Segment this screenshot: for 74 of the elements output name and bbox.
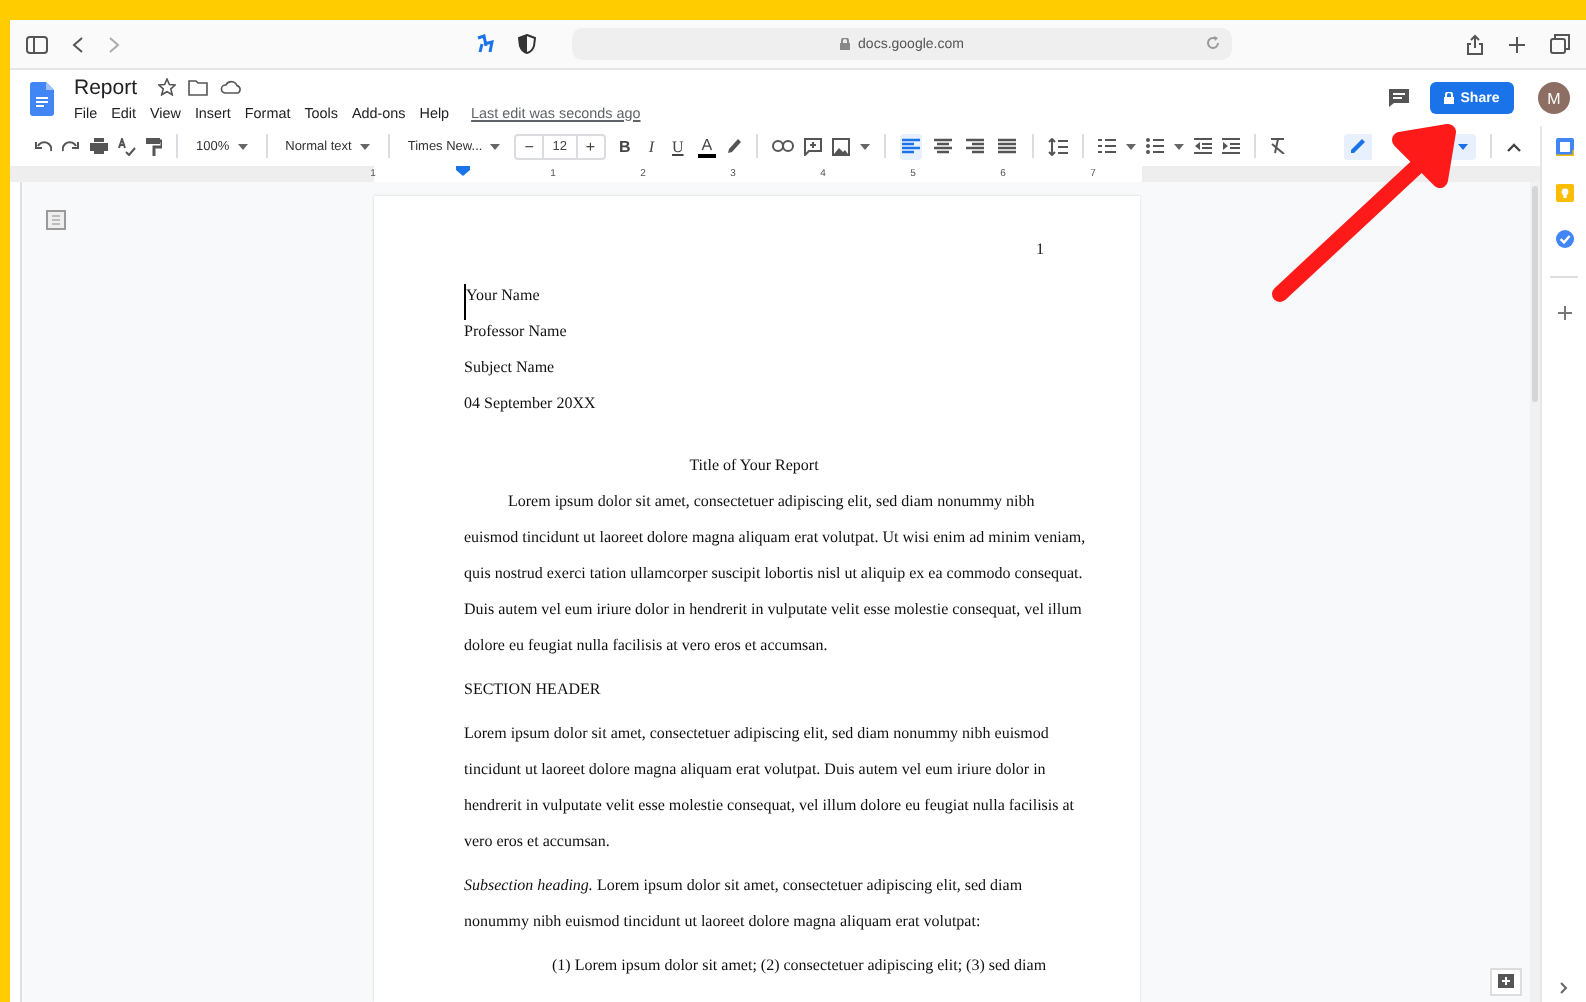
- underline-button[interactable]: U: [667, 132, 688, 160]
- caret-icon: [1458, 143, 1468, 149]
- highlighter-icon[interactable]: [726, 137, 743, 155]
- image-icon[interactable]: [832, 137, 851, 155]
- align-left-button[interactable]: [900, 133, 923, 159]
- align-justify-button[interactable]: [996, 133, 1019, 159]
- collapse-icon[interactable]: [1506, 141, 1522, 151]
- caret-icon[interactable]: [1126, 143, 1137, 149]
- align-right-button[interactable]: [964, 133, 987, 159]
- body-paragraph: Lorem ipsum dolor sit amet, consectetuer adipiscing elit, sed diam nonummy nibh euismod tincidunt ut laoreet dolore magna aliquam erat volutpat. Duis autem vel eum iriure dolor in hendrerit in vulputate velit esse molestie consequat, vel illum dolore eu feugiat nulla facilisis at vero eros et accumsan.: [464, 722, 1075, 854]
- print-icon[interactable]: [90, 138, 108, 154]
- back-icon[interactable]: [72, 35, 84, 53]
- plus-icon[interactable]: [1557, 306, 1571, 320]
- align-right-icon: [966, 138, 985, 154]
- avatar[interactable]: M: [1538, 82, 1570, 114]
- header-line: Your Name: [464, 284, 1044, 320]
- pencil-icon: [1350, 138, 1366, 154]
- align-justify-icon: [998, 138, 1017, 154]
- explore-icon: [1498, 974, 1514, 990]
- explore-button[interactable]: [1490, 968, 1522, 996]
- folder-icon[interactable]: [187, 79, 208, 95]
- header-line: 04 September 20XX: [464, 392, 598, 416]
- list-item: (1) Lorem ipsum dolor sit amet; (2) consectetuer adipiscing elit; (3) sed diam: [550, 954, 1047, 978]
- italic-button[interactable]: I: [644, 132, 658, 160]
- lock-icon: [840, 38, 851, 50]
- section-header: SECTION HEADER: [464, 678, 601, 702]
- indent-marker-icon[interactable]: [456, 166, 470, 176]
- decrease-indent-icon[interactable]: [1194, 138, 1213, 154]
- increase-size-button[interactable]: +: [577, 137, 604, 155]
- lock-icon: [1444, 92, 1455, 104]
- numbered-list-icon[interactable]: [1098, 138, 1117, 154]
- caret-icon[interactable]: [237, 143, 248, 149]
- paint-format-icon[interactable]: [146, 137, 162, 155]
- extension-icon[interactable]: [476, 34, 494, 54]
- body-paragraph: Subsection heading. Lorem ipsum dolor sit amet, consectetuer adipiscing elit, sed diam nonummy nibh euismod tincidunt ut laoreet dolore magna aliquam erat volutpat:: [464, 874, 1023, 934]
- caret-icon[interactable]: [1174, 143, 1185, 149]
- caret-icon[interactable]: [359, 143, 370, 149]
- scrollbar[interactable]: [1530, 182, 1540, 1002]
- text-color-button[interactable]: A: [697, 135, 717, 157]
- link-icon[interactable]: [772, 140, 795, 152]
- shield-icon[interactable]: [518, 34, 536, 54]
- cloud-icon[interactable]: [219, 80, 242, 94]
- decrease-size-button[interactable]: −: [516, 137, 542, 155]
- align-center-icon: [934, 138, 953, 154]
- document-title[interactable]: Report: [74, 75, 138, 99]
- align-center-button[interactable]: [932, 133, 955, 159]
- report-title: Title of Your Report: [687, 454, 821, 478]
- body-paragraph: Lorem ipsum dolor sit amet, consectetuer adipiscing elit, sed diam nonummy nibh euismod tincidunt ut laoreet dolore magna aliquam erat volutpat. Ut wisi enim ad minim veniam, quis nostrud exerci tation ullamcorper suscipit lobortis nisl ut aliquip ex ea commodo consequat. Duis autem vel eum iriure dolor in hendrerit in vulputate velit esse molestie consequat, vel illum dolore eu feugiat nulla facilisis at vero eros et accumsan.: [464, 490, 1086, 658]
- bulleted-list-icon[interactable]: [1146, 138, 1165, 154]
- page-number: 1: [1034, 238, 1044, 262]
- bold-button[interactable]: B: [615, 132, 635, 160]
- redo-icon[interactable]: [62, 140, 80, 152]
- add-comment-icon[interactable]: [804, 137, 823, 155]
- line-spacing-icon[interactable]: [1048, 137, 1069, 155]
- calendar-icon[interactable]: [1555, 138, 1573, 156]
- share-icon[interactable]: [1466, 33, 1484, 55]
- clear-formatting-icon[interactable]: [1270, 138, 1287, 154]
- star-icon[interactable]: [157, 78, 176, 96]
- header-line: Subject Name: [464, 356, 557, 380]
- caret-icon[interactable]: [860, 143, 871, 149]
- align-left-icon: [902, 138, 921, 154]
- editing-mode-dropdown[interactable]: [1344, 133, 1372, 159]
- header-line: Professor Name: [464, 320, 569, 344]
- sidebar-icon[interactable]: [26, 35, 48, 53]
- tasks-icon[interactable]: [1555, 230, 1573, 248]
- tabs-icon[interactable]: [1550, 34, 1570, 54]
- increase-indent-icon[interactable]: [1222, 138, 1241, 154]
- chevron-right-icon[interactable]: [1560, 982, 1568, 994]
- caret-icon[interactable]: [490, 143, 501, 149]
- undo-icon[interactable]: [34, 140, 52, 152]
- comment-icon[interactable]: [1388, 88, 1410, 108]
- spellcheck-icon[interactable]: [118, 137, 136, 155]
- docs-logo-icon[interactable]: [30, 81, 54, 115]
- plus-icon[interactable]: [1508, 35, 1526, 53]
